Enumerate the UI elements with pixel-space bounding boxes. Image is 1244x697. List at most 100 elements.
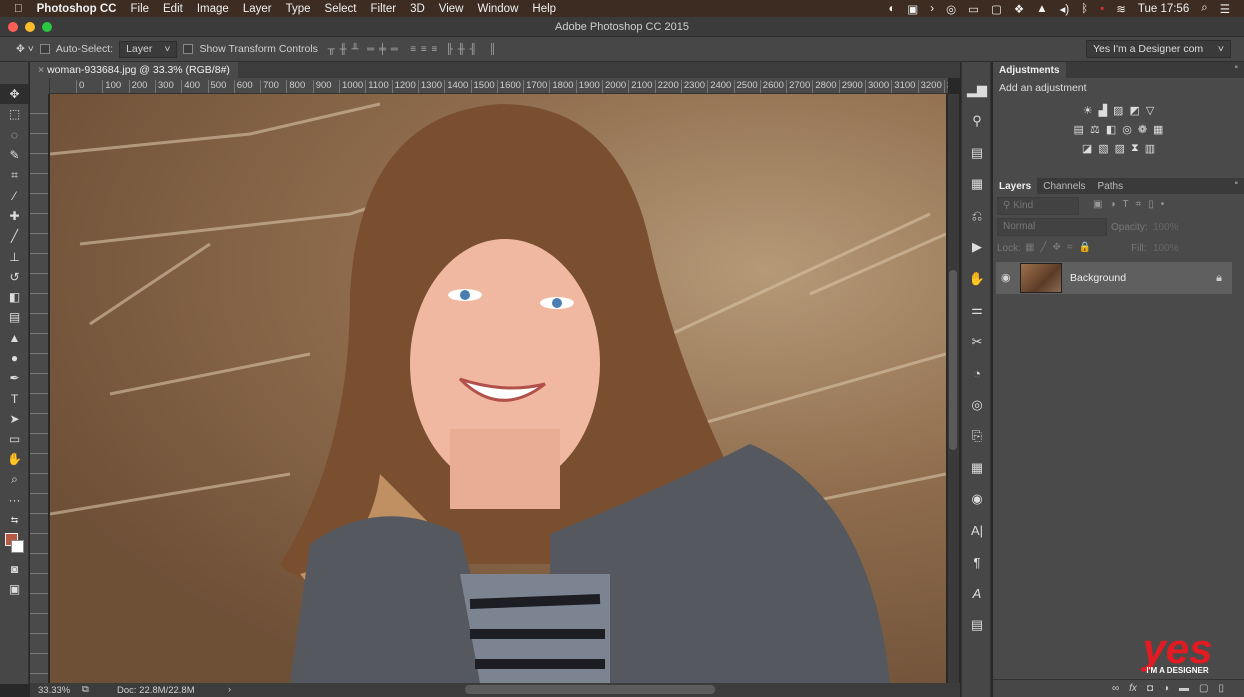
menu-app[interactable]: Photoshop CC — [37, 3, 117, 15]
character-icon[interactable]: A| — [962, 515, 992, 547]
posterize-icon[interactable]: ▧ — [1098, 142, 1108, 155]
auto-select-dropdown[interactable]: Layer ˅ — [119, 40, 178, 58]
vertical-scroll-thumb[interactable] — [949, 270, 957, 450]
crop-tool-icon[interactable]: ⌗ — [0, 165, 29, 185]
fill-field[interactable]: 100% — [1153, 243, 1179, 254]
brush-tool-icon[interactable]: ╱ — [0, 226, 29, 246]
paragraph-icon[interactable]: ¶ — [962, 547, 992, 579]
layer-filter-dropdown[interactable]: ⚲ Kind — [997, 197, 1079, 215]
exposure-icon[interactable]: ◩ — [1129, 104, 1139, 117]
wifi-icon[interactable]: ≋ — [1116, 2, 1126, 16]
menu-layer[interactable]: Layer — [243, 3, 272, 15]
auto-select-checkbox[interactable] — [39, 44, 50, 54]
tool-presets-icon[interactable]: ✂ — [962, 326, 992, 358]
timeline-icon[interactable]: ▦ — [962, 452, 992, 484]
properties-icon[interactable]: ▤ — [962, 137, 992, 169]
bluetooth-icon[interactable]: ᛒ — [1081, 3, 1088, 15]
threshold-icon[interactable]: ▨ — [1115, 142, 1125, 155]
zoom-tool-icon[interactable]: ⌕ — [0, 470, 29, 490]
clock[interactable]: Tue 17:56 — [1138, 3, 1189, 15]
color-lookup-icon[interactable]: ▦ — [1153, 123, 1163, 136]
quick-mask-icon[interactable]: ◙ — [0, 559, 29, 579]
notification-list-icon[interactable]: ☰ — [1220, 2, 1230, 16]
link-layers-icon[interactable]: ∞ — [1112, 683, 1119, 694]
eye-visibility-icon[interactable]: ◉ — [1001, 271, 1011, 284]
screen-mode-icon[interactable]: ▣ — [0, 579, 29, 599]
status-menu-arrow-icon[interactable]: › — [228, 684, 231, 695]
shape-tool-icon[interactable]: ▭ — [0, 429, 29, 449]
move-tool-icon[interactable]: ✥ — [0, 84, 29, 105]
menu-3d[interactable]: 3D — [410, 3, 425, 15]
notes-icon[interactable]: ▤ — [962, 610, 992, 642]
panel-menu-icon[interactable]: ▪ — [1234, 62, 1238, 78]
screen-record-icon[interactable]: ▣ — [907, 2, 918, 16]
transform-controls-checkbox[interactable] — [183, 44, 194, 54]
flag-icon[interactable]: ▪ — [1100, 3, 1104, 15]
chevron-icon[interactable]: › — [930, 3, 934, 15]
monitor-icon[interactable]: ▢ — [991, 2, 1002, 16]
layer-row-background[interactable]: ◉ Background 🔒︎ — [996, 262, 1232, 294]
canvas-image[interactable] — [50, 94, 946, 683]
brightness-icon[interactable]: ☀ — [1083, 104, 1093, 117]
volume-icon[interactable]: ◂) — [1060, 2, 1070, 16]
background-color[interactable] — [11, 539, 24, 553]
styles-icon[interactable]: ◎ — [962, 389, 992, 421]
close-tab-icon[interactable]: × — [38, 64, 47, 76]
export-icon[interactable]: ⧉ — [82, 684, 89, 695]
horizontal-scroll-thumb[interactable] — [465, 685, 715, 694]
swatches-icon[interactable]: ▦ — [962, 169, 992, 201]
color-swatches[interactable] — [0, 531, 29, 559]
apple-menu-icon[interactable]:  — [14, 3, 23, 15]
actions-icon[interactable]: ▶ — [962, 232, 992, 264]
type-tool-icon[interactable]: T — [0, 388, 29, 408]
move-tool-icon[interactable]: ✥ ˅ — [16, 43, 34, 55]
layer-filter-icons[interactable]: ▣◑T⌗▯• — [1093, 199, 1171, 210]
status-app-icon[interactable]: ◐ — [888, 3, 895, 15]
eyedropper-tool-icon[interactable]: ⁄ — [0, 185, 29, 205]
menu-image[interactable]: Image — [197, 3, 229, 15]
menu-file[interactable]: File — [130, 3, 149, 15]
photo-filter-icon[interactable]: ◎ — [1122, 123, 1132, 136]
blur-tool-icon[interactable]: ▲ — [0, 328, 29, 348]
curves-icon[interactable]: ▨ — [1113, 104, 1123, 117]
dropbox-icon[interactable]: ❖ — [1014, 2, 1024, 16]
tab-layers[interactable]: Layers — [993, 178, 1038, 194]
adjust-sliders-icon[interactable]: ⚌ — [962, 295, 992, 327]
menu-select[interactable]: Select — [325, 3, 357, 15]
marquee-tool-icon[interactable]: ⬚ — [0, 104, 29, 124]
eraser-tool-icon[interactable]: ◧ — [0, 287, 29, 307]
add-mask-icon[interactable]: ◘ — [1147, 683, 1153, 694]
3d-icon[interactable]: ◉ — [962, 484, 992, 516]
dodge-tool-icon[interactable]: ● — [0, 348, 29, 368]
black-white-icon[interactable]: ◧ — [1106, 123, 1116, 136]
gradient-map-icon[interactable]: ▥ — [1145, 142, 1155, 155]
path-select-tool-icon[interactable]: ➤ — [0, 409, 29, 429]
quick-select-tool-icon[interactable]: ✎ — [0, 145, 29, 165]
document-tab[interactable]: × woman-933684.jpg @ 33.3% (RGB/8#) — [30, 62, 238, 78]
navigator-icon[interactable]: ⚲ — [962, 106, 992, 138]
blend-mode-dropdown[interactable]: Normal — [997, 218, 1107, 236]
levels-icon[interactable]: ▟ — [1099, 104, 1107, 117]
adjustment-layer-icon[interactable]: ◑ — [1163, 683, 1169, 694]
clone-source-icon[interactable]: ⎘ — [962, 421, 992, 453]
hue-saturation-icon[interactable]: ▤ — [1074, 123, 1084, 136]
menu-filter[interactable]: Filter — [371, 3, 397, 15]
histogram-icon[interactable]: ▂▆ — [962, 74, 992, 106]
swap-colors-icon[interactable]: ⇆ — [0, 510, 29, 530]
menu-type[interactable]: Type — [286, 3, 311, 15]
history-icon[interactable]: ⎌ — [962, 200, 992, 232]
zoom-level[interactable]: 33.33% — [38, 685, 70, 696]
selective-color-icon[interactable]: ⧗ — [1131, 142, 1139, 155]
display-icon[interactable]: ▭ — [968, 2, 979, 16]
menu-view[interactable]: View — [439, 3, 464, 15]
lasso-tool-icon[interactable]: ◌ — [0, 125, 29, 145]
gradient-tool-icon[interactable]: ▤ — [0, 307, 29, 327]
color-icon[interactable]: ◔ — [962, 358, 992, 390]
tab-channels[interactable]: Channels — [1037, 178, 1091, 194]
tab-adjustments[interactable]: Adjustments — [993, 62, 1066, 78]
channel-mixer-icon[interactable]: ❁ — [1138, 123, 1147, 136]
vibrance-icon[interactable]: ▽ — [1146, 104, 1154, 117]
hand-tool-icon[interactable]: ✋ — [0, 449, 29, 469]
pen-tool-icon[interactable]: ✒ — [0, 368, 29, 388]
drive-icon[interactable]: ▲ — [1036, 3, 1047, 15]
